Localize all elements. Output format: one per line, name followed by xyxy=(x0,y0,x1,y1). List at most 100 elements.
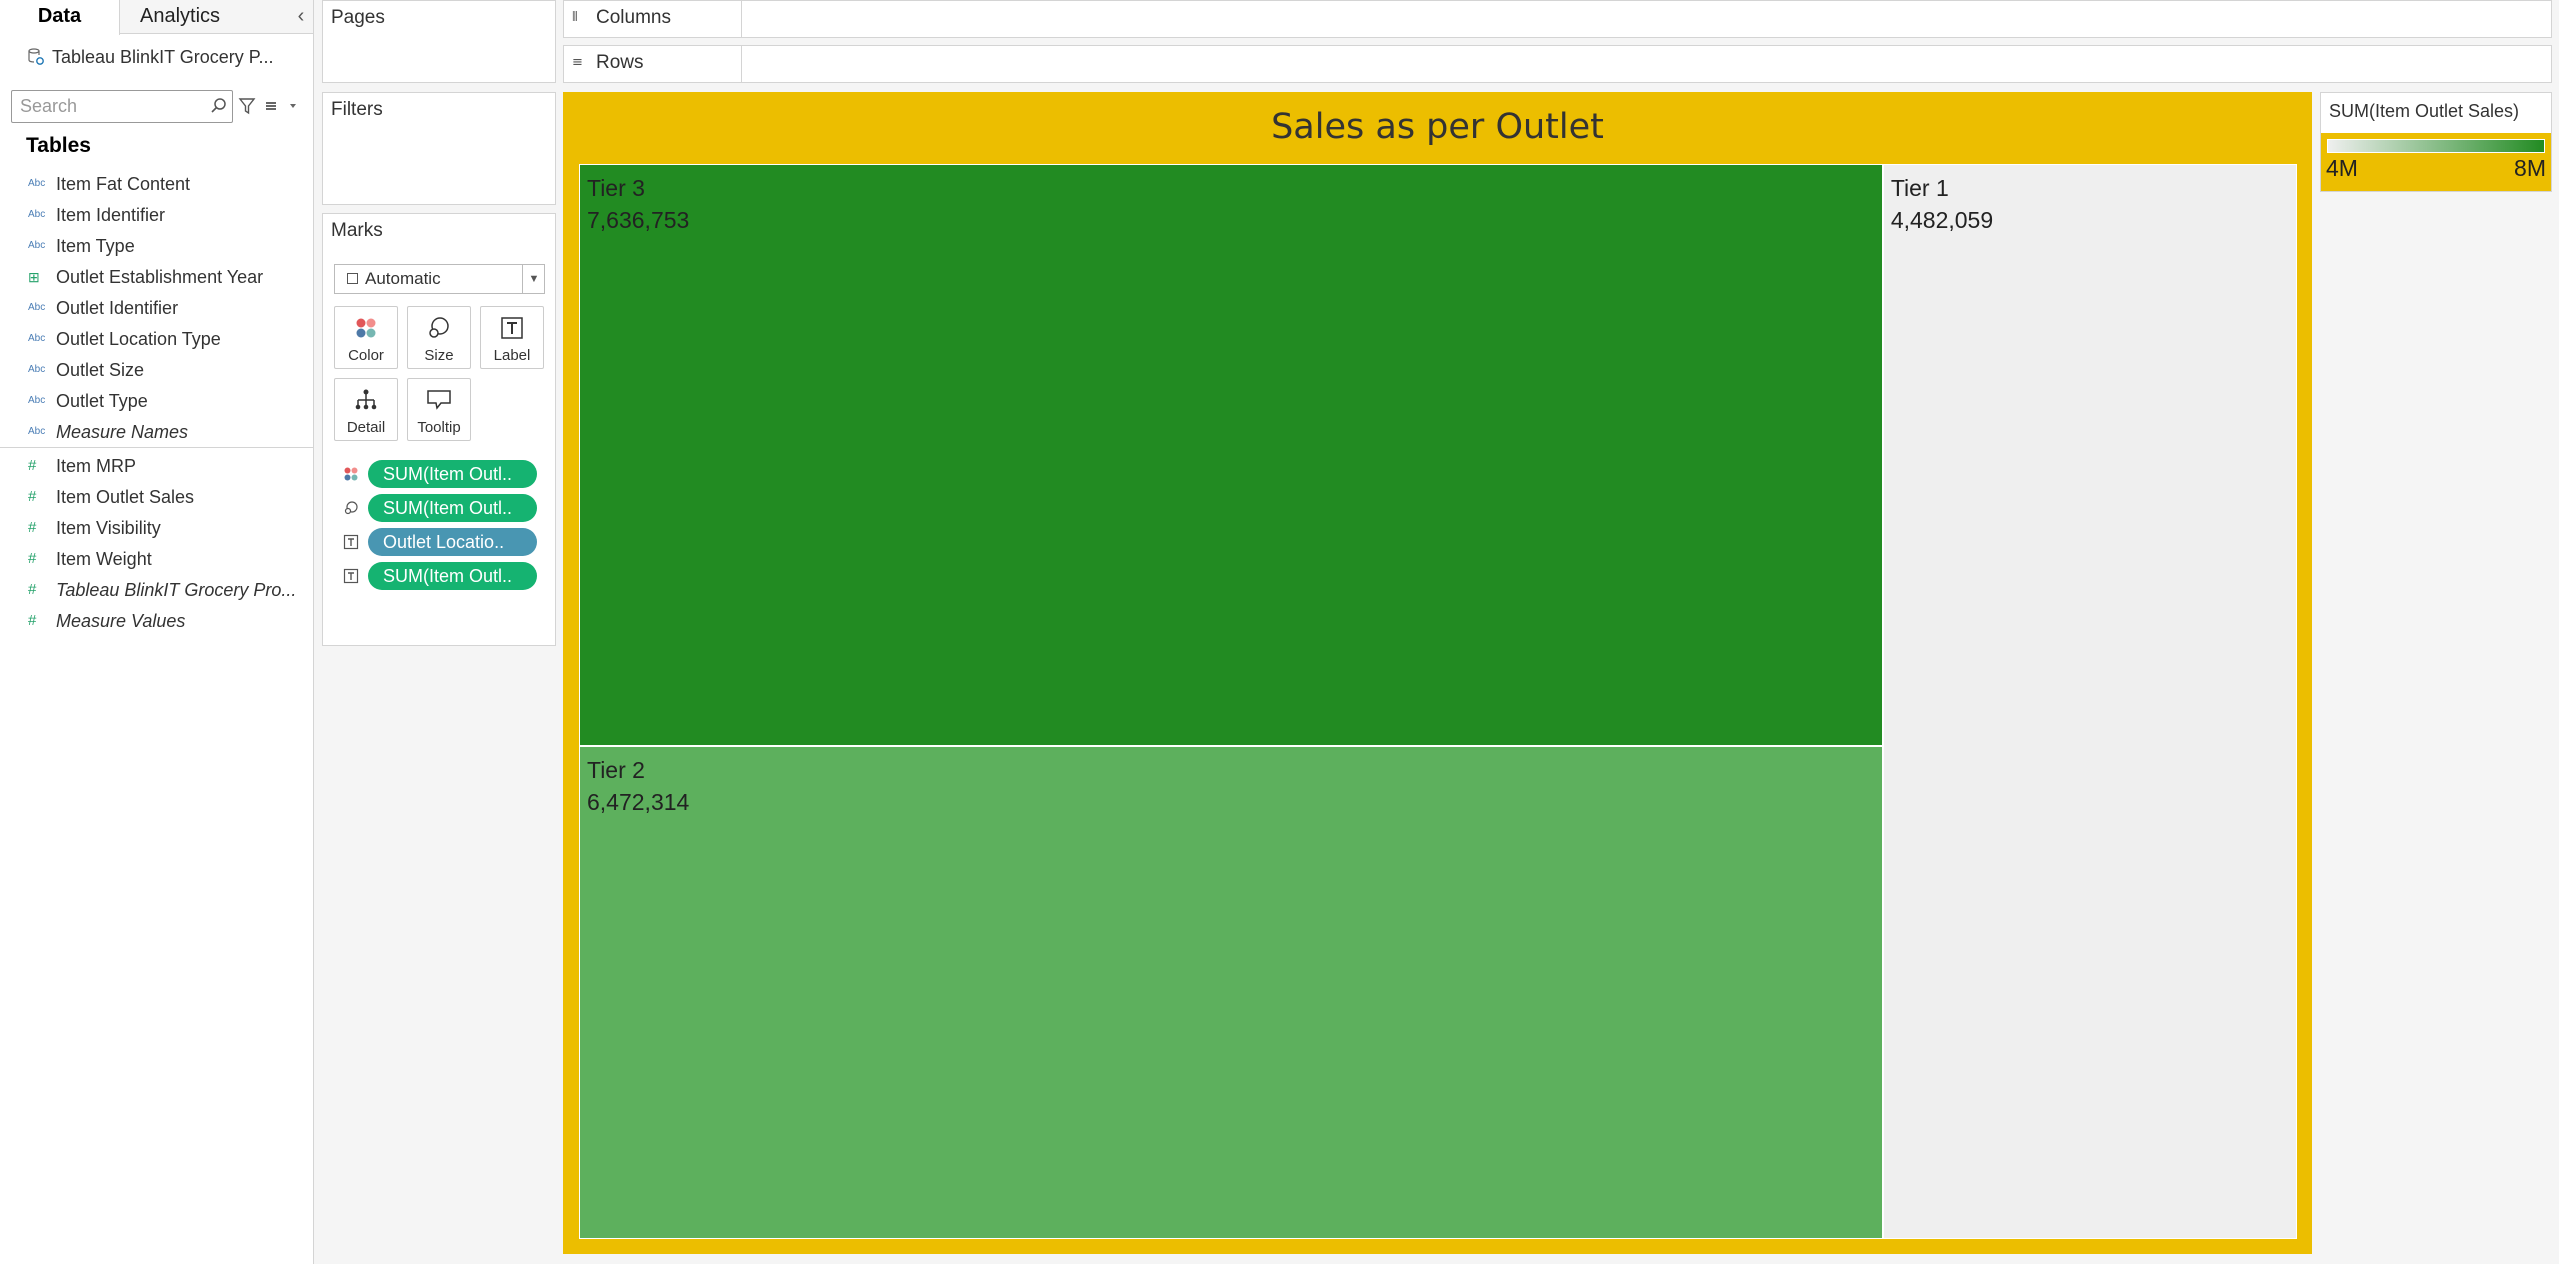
label-button[interactable]: Label xyxy=(480,306,544,369)
measure-icon: # xyxy=(28,519,37,536)
field-label: Outlet Location Type xyxy=(56,329,221,349)
tab-analytics[interactable]: Analytics xyxy=(120,0,240,34)
field-outlet-identifier[interactable]: Abc Outlet Identifier xyxy=(28,293,314,324)
search-icon[interactable] xyxy=(210,96,228,116)
label-pill-location[interactable]: Outlet Locatio.. xyxy=(368,528,537,556)
view-options-icon[interactable] xyxy=(264,96,300,116)
string-icon: Abc xyxy=(28,364,46,375)
field-item-weight[interactable]: # Item Weight xyxy=(28,544,314,575)
size-button[interactable]: Size xyxy=(407,306,471,369)
tile-value: 4,482,059 xyxy=(1890,207,1994,233)
viz-title[interactable]: Sales as per Outlet xyxy=(563,107,2312,147)
tooltip-button-label: Tooltip xyxy=(417,419,461,436)
string-icon: Abc xyxy=(28,333,46,344)
marks-card: Marks Automatic ▼ Color Size Label Detai… xyxy=(322,213,556,646)
size-pill[interactable]: SUM(Item Outl.. xyxy=(368,494,537,522)
field-item-type[interactable]: Abc Item Type xyxy=(28,231,314,262)
color-legend[interactable]: SUM(Item Outlet Sales) 4M 8M xyxy=(2320,92,2552,192)
field-label: Item Visibility xyxy=(56,518,161,538)
string-icon: Abc xyxy=(28,240,46,251)
search-input[interactable] xyxy=(12,91,218,121)
mark-type-value: Automatic xyxy=(365,269,441,288)
pages-card[interactable]: Pages xyxy=(322,0,556,83)
field-label: Tableau BlinkIT Grocery Pro... xyxy=(56,580,297,600)
color-button-label: Color xyxy=(348,347,384,364)
square-icon xyxy=(347,273,358,284)
detail-button[interactable]: Detail xyxy=(334,378,398,441)
treemap-tile-tier-1[interactable]: Tier 1 4,482,059 xyxy=(1882,164,2297,1239)
legend-body: 4M 8M xyxy=(2321,133,2551,191)
field-label: Item MRP xyxy=(56,456,137,476)
field-outlet-size[interactable]: Abc Outlet Size xyxy=(28,355,314,386)
color-button[interactable]: Color xyxy=(334,306,398,369)
field-item-outlet-sales[interactable]: # Item Outlet Sales xyxy=(28,482,314,513)
legend-min-label: 4M xyxy=(2326,155,2358,181)
detail-icon xyxy=(335,385,397,415)
measure-icon: # xyxy=(28,550,37,567)
filters-card[interactable]: Filters xyxy=(322,92,556,205)
string-icon: Abc xyxy=(28,395,46,406)
field-outlet-location-type[interactable]: Abc Outlet Location Type xyxy=(28,324,314,355)
tile-label: Tier 1 xyxy=(1890,175,1949,201)
field-item-mrp[interactable]: # Item MRP xyxy=(28,451,314,482)
label-icon xyxy=(343,568,359,584)
field-label: Item Type xyxy=(56,236,135,256)
tab-data[interactable]: Data xyxy=(0,0,120,35)
tile-value: 7,636,753 xyxy=(587,207,690,233)
detail-button-label: Detail xyxy=(346,419,386,436)
legend-color-ramp xyxy=(2327,139,2545,153)
tooltip-button[interactable]: Tooltip xyxy=(407,378,471,441)
field-label: Measure Names xyxy=(56,422,189,442)
chevron-down-icon[interactable]: ▼ xyxy=(522,265,545,293)
field-label: Outlet Establishment Year xyxy=(56,267,264,287)
columns-shelf-label: Columns xyxy=(564,1,742,37)
treemap-tile-tier-3[interactable]: Tier 3 7,636,753 xyxy=(579,164,1883,746)
field-measure-names[interactable]: Abc Measure Names xyxy=(28,417,314,448)
field-measure-values[interactable]: # Measure Values xyxy=(28,606,314,637)
field-label: Item Fat Content xyxy=(56,174,191,194)
label-icon xyxy=(481,313,543,343)
pages-title: Pages xyxy=(331,7,385,28)
label-icon xyxy=(343,534,359,550)
columns-icon: ⦀ xyxy=(572,10,578,25)
field-label: Measure Values xyxy=(56,611,186,631)
mark-type-dropdown[interactable]: Automatic ▼ xyxy=(334,264,545,294)
field-item-identifier[interactable]: Abc Item Identifier xyxy=(28,200,314,231)
tooltip-icon xyxy=(408,385,470,415)
tile-label: Tier 3 xyxy=(587,175,645,201)
label-button-label: Label xyxy=(493,347,531,364)
viz-area: Sales as per Outlet Tier 3 7,636,753 Tier … xyxy=(563,92,2312,1254)
data-pane: Data Analytics ‹ Tableau BlinkIT Grocery… xyxy=(0,0,314,1264)
columns-shelf[interactable]: Columns ⦀ xyxy=(563,0,2552,38)
field-item-visibility[interactable]: # Item Visibility xyxy=(28,513,314,544)
rows-icon: ≡ xyxy=(572,55,583,70)
string-icon: Abc xyxy=(28,426,46,437)
size-icon xyxy=(408,313,470,343)
field-label: Item Identifier xyxy=(56,205,166,225)
color-icon xyxy=(343,466,359,482)
field-tableau-blinkit-grocery-pro[interactable]: # Tableau BlinkIT Grocery Pro... xyxy=(28,575,314,606)
field-label: Item Outlet Sales xyxy=(56,487,195,507)
field-outlet-establishment-year[interactable]: ⊞ Outlet Establishment Year xyxy=(28,262,314,293)
treemap-tile-tier-2[interactable]: Tier 2 6,472,314 xyxy=(579,745,1883,1239)
size-button-label: Size xyxy=(424,347,454,364)
treemap: Tier 3 7,636,753 Tier 2 6,472,314 Tier 1 4,48… xyxy=(579,164,2297,1239)
legend-title: SUM(Item Outlet Sales) xyxy=(2329,101,2520,121)
field-label: Outlet Identifier xyxy=(56,298,179,318)
datasource-name[interactable]: Tableau BlinkIT Grocery P... xyxy=(52,40,273,74)
measure-icon: # xyxy=(28,581,37,598)
field-item-fat-content[interactable]: Abc Item Fat Content xyxy=(28,169,314,200)
data-pane-tabbar: Data Analytics ‹ xyxy=(0,0,313,35)
legend-max-label: 8M xyxy=(2514,155,2546,181)
string-icon: Abc xyxy=(28,209,46,220)
tables-heading: Tables xyxy=(26,134,91,157)
collapse-pane-icon[interactable]: ‹ xyxy=(290,0,312,34)
field-label: Item Weight xyxy=(56,549,152,569)
filter-icon[interactable] xyxy=(238,96,256,116)
field-label: Outlet Size xyxy=(56,360,145,380)
string-icon: Abc xyxy=(28,178,46,189)
color-pill[interactable]: SUM(Item Outl.. xyxy=(368,460,537,488)
label-pill-sales[interactable]: SUM(Item Outl.. xyxy=(368,562,537,590)
rows-shelf[interactable]: Rows ≡ xyxy=(563,45,2552,83)
field-outlet-type[interactable]: Abc Outlet Type xyxy=(28,386,314,417)
